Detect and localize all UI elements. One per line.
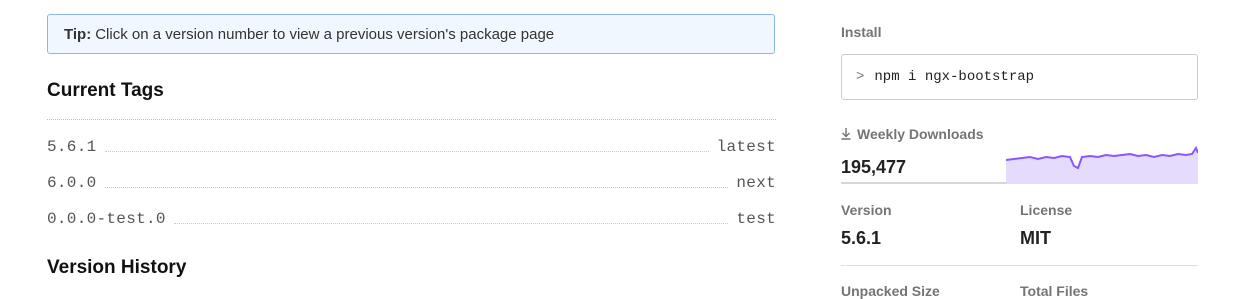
dotted-leader (104, 186, 729, 188)
terminal-prompt-icon: > (856, 69, 865, 85)
tag-name: latest (716, 138, 776, 156)
license-label: License (1020, 202, 1073, 218)
total-files-label: Total Files (1020, 283, 1089, 299)
install-label: Install (841, 24, 882, 40)
tip-text: Click on a version number to view a prev… (95, 25, 555, 43)
weekly-downloads-label: Weekly Downloads (857, 126, 984, 142)
tag-row: 0.0.0-test.0 test (47, 208, 776, 230)
sidebar-divider (841, 265, 1198, 266)
section-divider (47, 119, 776, 120)
weekly-downloads-sparkline[interactable] (1006, 140, 1198, 184)
version-value: 5.6.1 (841, 228, 882, 248)
tag-version-link[interactable]: 5.6.1 (47, 138, 97, 156)
sparkline-area (1006, 148, 1198, 184)
install-command-box[interactable]: > npm i ngx-bootstrap (841, 54, 1198, 100)
unpacked-size-label: Unpacked Size (841, 283, 940, 299)
tag-version-link[interactable]: 6.0.0 (47, 174, 97, 192)
downloads-underline (841, 182, 1006, 184)
dotted-leader (104, 150, 709, 152)
tag-name: next (736, 174, 776, 192)
current-tags-heading: Current Tags (47, 80, 164, 101)
version-label: Version (841, 202, 892, 218)
tag-version-link[interactable]: 0.0.0-test.0 (47, 210, 166, 228)
tip-banner: Tip: Click on a version number to view a… (47, 14, 775, 54)
dotted-leader (173, 222, 729, 224)
tag-row: 5.6.1 latest (47, 136, 776, 158)
license-value: MIT (1020, 228, 1051, 248)
download-icon (841, 128, 851, 140)
weekly-downloads-label-row: Weekly Downloads (841, 126, 984, 142)
tip-label: Tip: (64, 25, 92, 43)
version-history-heading: Version History (47, 257, 187, 278)
install-command[interactable]: npm i ngx-bootstrap (874, 69, 1034, 85)
tag-row: 6.0.0 next (47, 172, 776, 194)
tag-name: test (736, 210, 776, 228)
weekly-downloads-count: 195,477 (841, 157, 907, 177)
